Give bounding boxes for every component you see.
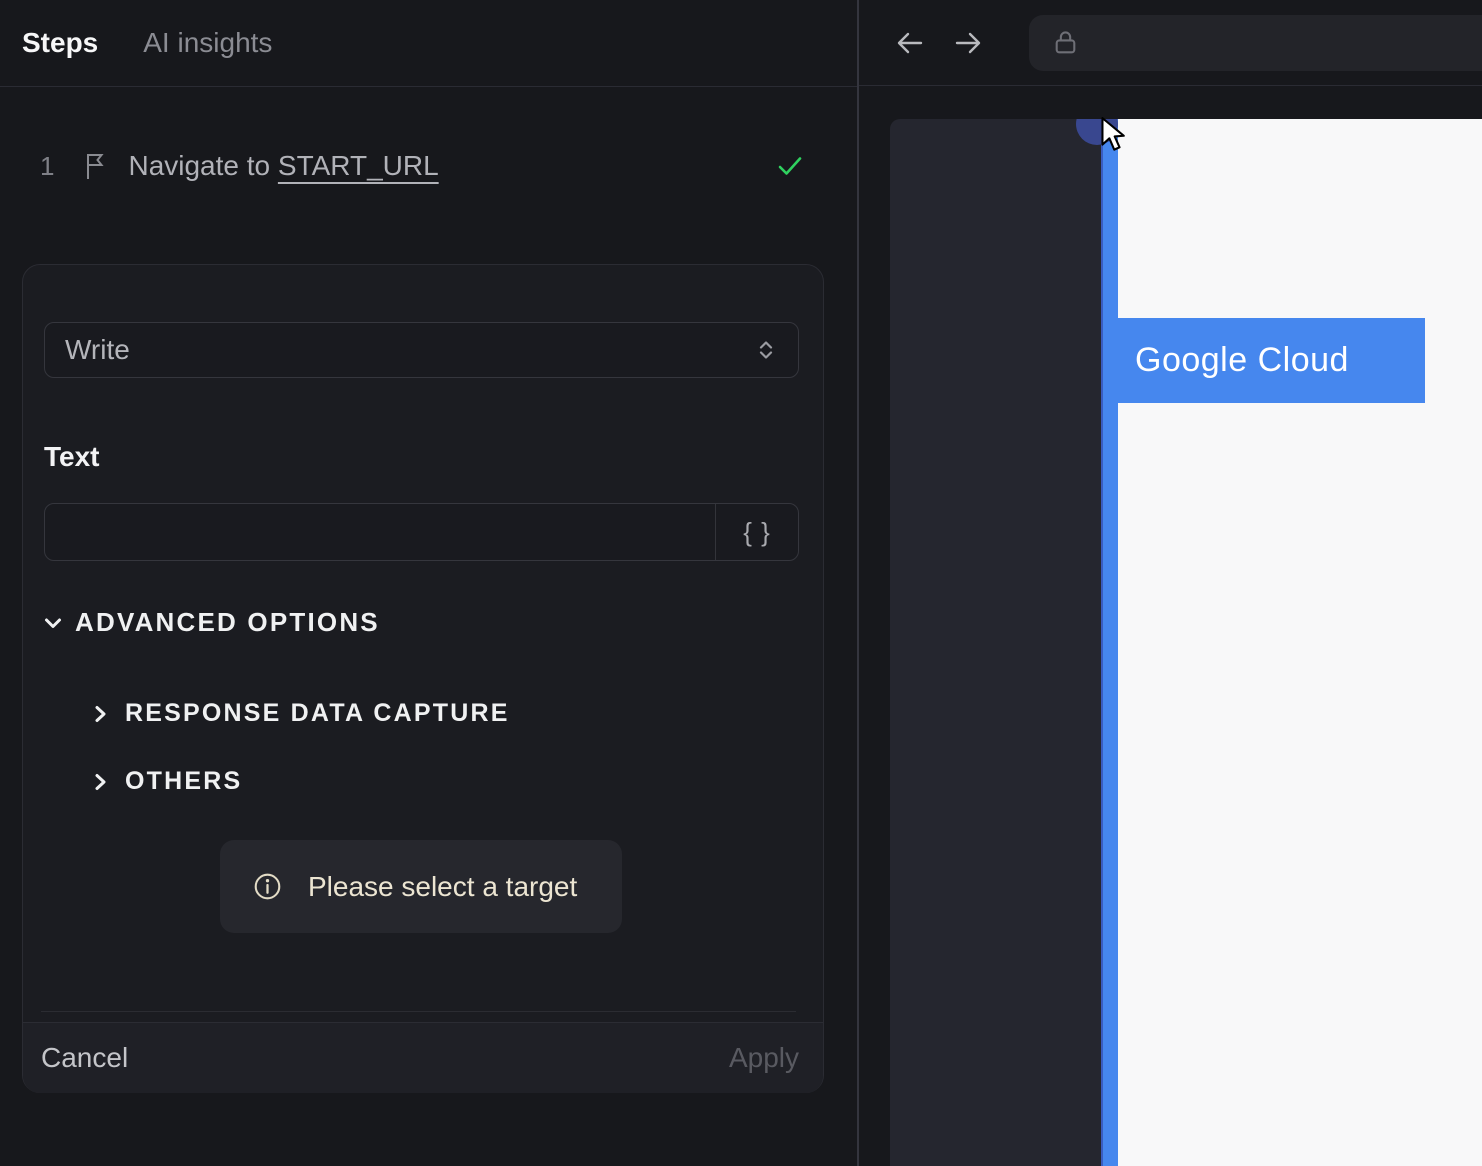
page-sidebar[interactable] (890, 119, 1101, 1166)
google-cloud-text: Google Cloud (1135, 341, 1349, 379)
element-highlight-bar (1101, 119, 1118, 1166)
footer-divider (41, 1011, 796, 1012)
action-select-value: Write (65, 334, 130, 365)
chevron-right-icon (91, 703, 111, 725)
step-row[interactable]: 1 Navigate to START_URL (0, 138, 858, 194)
panel-tabs: Steps AI insights (0, 0, 858, 87)
chevron-right-icon (91, 771, 111, 793)
chevron-down-icon (42, 612, 64, 634)
steps-panel: Steps AI insights 1 Navigate to START_UR… (0, 0, 858, 1166)
tab-steps[interactable]: Steps (22, 27, 98, 59)
select-target-hint: Please select a target (220, 840, 622, 933)
flag-icon (82, 151, 108, 181)
cancel-button[interactable]: Cancel (41, 1042, 128, 1074)
browser-toolbar (859, 0, 1482, 86)
text-input-group: { } (44, 503, 799, 561)
step-label: Navigate to START_URL (128, 150, 439, 181)
text-field-label: Text (44, 441, 100, 472)
step-number: 1 (40, 150, 55, 181)
check-icon (776, 152, 804, 180)
mouse-cursor-icon (1099, 116, 1129, 156)
advanced-options-label: ADVANCED OPTIONS (75, 607, 380, 637)
tab-ai-insights[interactable]: AI insights (143, 27, 272, 59)
back-arrow-icon[interactable] (893, 26, 927, 60)
step-start-url-link[interactable]: START_URL (278, 150, 439, 181)
hint-text: Please select a target (308, 870, 578, 902)
highlighted-element[interactable]: Google Cloud (1118, 318, 1425, 403)
step-editor-card: Write Text { } ADVANCED OPTIONS RESPONSE… (22, 264, 824, 1093)
info-icon (252, 871, 283, 902)
editor-footer: Cancel Apply (23, 1022, 823, 1093)
action-select[interactable]: Write (44, 322, 799, 378)
apply-button[interactable]: Apply (729, 1042, 799, 1074)
others-label: OTHERS (125, 767, 243, 795)
response-data-capture-label: RESPONSE DATA CAPTURE (125, 699, 510, 727)
browser-preview: Google Cloud (859, 87, 1482, 1166)
forward-arrow-icon[interactable] (951, 26, 985, 60)
advanced-options-toggle[interactable]: ADVANCED OPTIONS (42, 607, 380, 638)
page-viewport: Google Cloud (859, 119, 1482, 1166)
response-data-capture-toggle[interactable]: RESPONSE DATA CAPTURE (91, 699, 510, 728)
text-input[interactable] (45, 504, 715, 560)
lock-icon (1051, 28, 1080, 57)
unfold-icon (754, 338, 778, 362)
address-bar[interactable] (1029, 14, 1482, 71)
others-toggle[interactable]: OTHERS (91, 767, 242, 796)
variables-braces-button[interactable]: { } (715, 504, 798, 560)
page-content[interactable] (1118, 119, 1482, 1166)
